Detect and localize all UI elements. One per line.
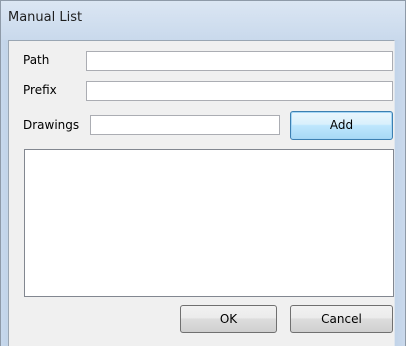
ok-button[interactable]: OK	[180, 305, 277, 333]
window-frame-right	[395, 40, 405, 346]
dialog-client-area: Path Prefix Drawings Add OK Cancel	[8, 40, 395, 346]
cancel-button[interactable]: Cancel	[290, 305, 393, 333]
drawings-listbox[interactable]	[24, 149, 394, 297]
path-field[interactable]	[86, 51, 393, 71]
window-title: Manual List	[8, 10, 83, 25]
add-button[interactable]: Add	[290, 111, 393, 140]
drawings-field[interactable]	[90, 115, 280, 135]
drawings-label: Drawings	[23, 118, 80, 132]
path-label: Path	[23, 53, 50, 67]
manual-list-dialog: Manual List Path Prefix Drawings Add OK …	[0, 0, 406, 346]
prefix-label: Prefix	[23, 83, 57, 97]
prefix-field[interactable]	[86, 81, 393, 101]
window-frame-left	[1, 40, 7, 346]
